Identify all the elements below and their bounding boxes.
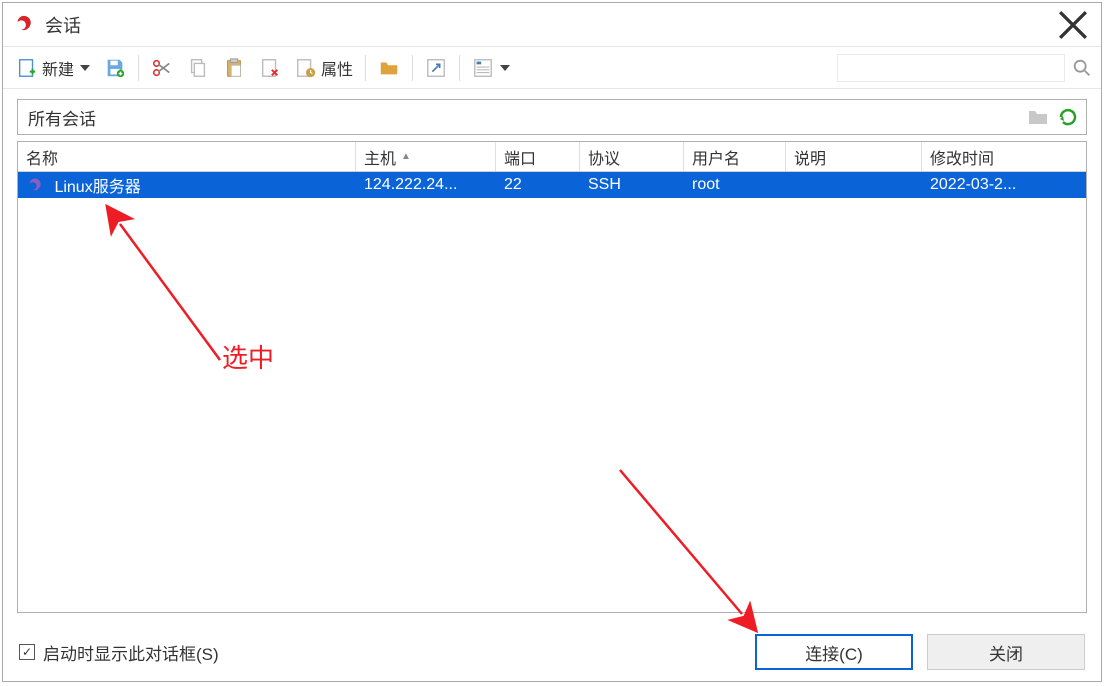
show-on-start-checkbox[interactable]: ✓ 启动时显示此对话框(S) (19, 640, 219, 665)
toolbar-separator (138, 55, 139, 81)
window-close-button[interactable] (1051, 7, 1095, 43)
properties-button[interactable]: 属性 (290, 53, 358, 83)
search-icon (1071, 57, 1093, 79)
dropdown-caret-icon (80, 65, 90, 71)
refresh-button[interactable] (1056, 105, 1080, 129)
toolbar: 新建 (3, 47, 1101, 89)
properties-icon (295, 57, 317, 79)
table-header: 名称 主机▲ 端口 协议 用户名 说明 修改时间 (18, 142, 1086, 172)
folder-grey-button[interactable] (1026, 105, 1050, 129)
col-header-desc[interactable]: 说明 (786, 142, 922, 171)
session-dialog: 会话 新建 (2, 2, 1102, 682)
app-icon (13, 14, 35, 36)
window-title: 会话 (45, 12, 81, 38)
content-area: 所有会话 名称 主机▲ 端口 (3, 89, 1101, 623)
show-on-start-label: 启动时显示此对话框(S) (43, 640, 219, 665)
close-button[interactable]: 关闭 (927, 634, 1085, 670)
scissors-icon (151, 57, 173, 79)
session-icon (26, 177, 44, 195)
shortcut-button[interactable] (420, 53, 452, 83)
col-header-protocol[interactable]: 协议 (580, 142, 684, 171)
breadcrumb-bar: 所有会话 (17, 99, 1087, 135)
save-button[interactable] (99, 53, 131, 83)
cut-button[interactable] (146, 53, 178, 83)
col-header-user[interactable]: 用户名 (684, 142, 786, 171)
copy-button[interactable] (182, 53, 214, 83)
close-icon (1051, 3, 1095, 47)
titlebar: 会话 (3, 3, 1101, 47)
paste-button[interactable] (218, 53, 250, 83)
session-table: 名称 主机▲ 端口 协议 用户名 说明 修改时间 Linux服务器 (17, 141, 1087, 613)
col-header-host[interactable]: 主机▲ (356, 142, 496, 171)
toolbar-separator (412, 55, 413, 81)
col-header-name[interactable]: 名称 (18, 142, 356, 171)
view-mode-button[interactable] (467, 53, 515, 83)
folder-icon (378, 57, 400, 79)
cell-name: Linux服务器 (54, 179, 140, 196)
search-input[interactable] (837, 54, 1065, 82)
shortcut-icon (425, 57, 447, 79)
col-header-port[interactable]: 端口 (496, 142, 580, 171)
refresh-icon (1056, 105, 1080, 129)
cell-host: 124.222.24... (356, 176, 496, 194)
cell-protocol: SSH (580, 176, 684, 194)
cell-port: 22 (496, 176, 580, 194)
dropdown-caret-icon (500, 65, 510, 71)
connect-button[interactable]: 连接(C) (755, 634, 913, 670)
cell-user: root (684, 176, 786, 194)
folder-grey-icon (1026, 105, 1050, 129)
properties-button-label: 属性 (321, 56, 353, 80)
cell-modified: 2022-03-2... (922, 176, 1086, 194)
toolbar-separator (459, 55, 460, 81)
search-button[interactable] (1071, 57, 1093, 79)
list-view-icon (472, 57, 494, 79)
checkbox-icon: ✓ (19, 644, 35, 660)
folder-button[interactable] (373, 53, 405, 83)
footer: ✓ 启动时显示此对话框(S) 连接(C) 关闭 (3, 623, 1101, 681)
save-icon (104, 57, 126, 79)
delete-icon (259, 57, 281, 79)
sort-asc-icon: ▲ (401, 151, 411, 162)
new-file-icon (16, 57, 38, 79)
new-button-label: 新建 (42, 56, 74, 80)
delete-button[interactable] (254, 53, 286, 83)
col-header-modified[interactable]: 修改时间 (922, 142, 1086, 171)
toolbar-separator (365, 55, 366, 81)
copy-icon (187, 57, 209, 79)
new-button[interactable]: 新建 (11, 53, 95, 83)
table-body[interactable]: Linux服务器 124.222.24... 22 SSH root 2022-… (18, 172, 1086, 612)
clipboard-icon (223, 57, 245, 79)
table-row[interactable]: Linux服务器 124.222.24... 22 SSH root 2022-… (18, 172, 1086, 198)
breadcrumb-label: 所有会话 (28, 105, 96, 130)
